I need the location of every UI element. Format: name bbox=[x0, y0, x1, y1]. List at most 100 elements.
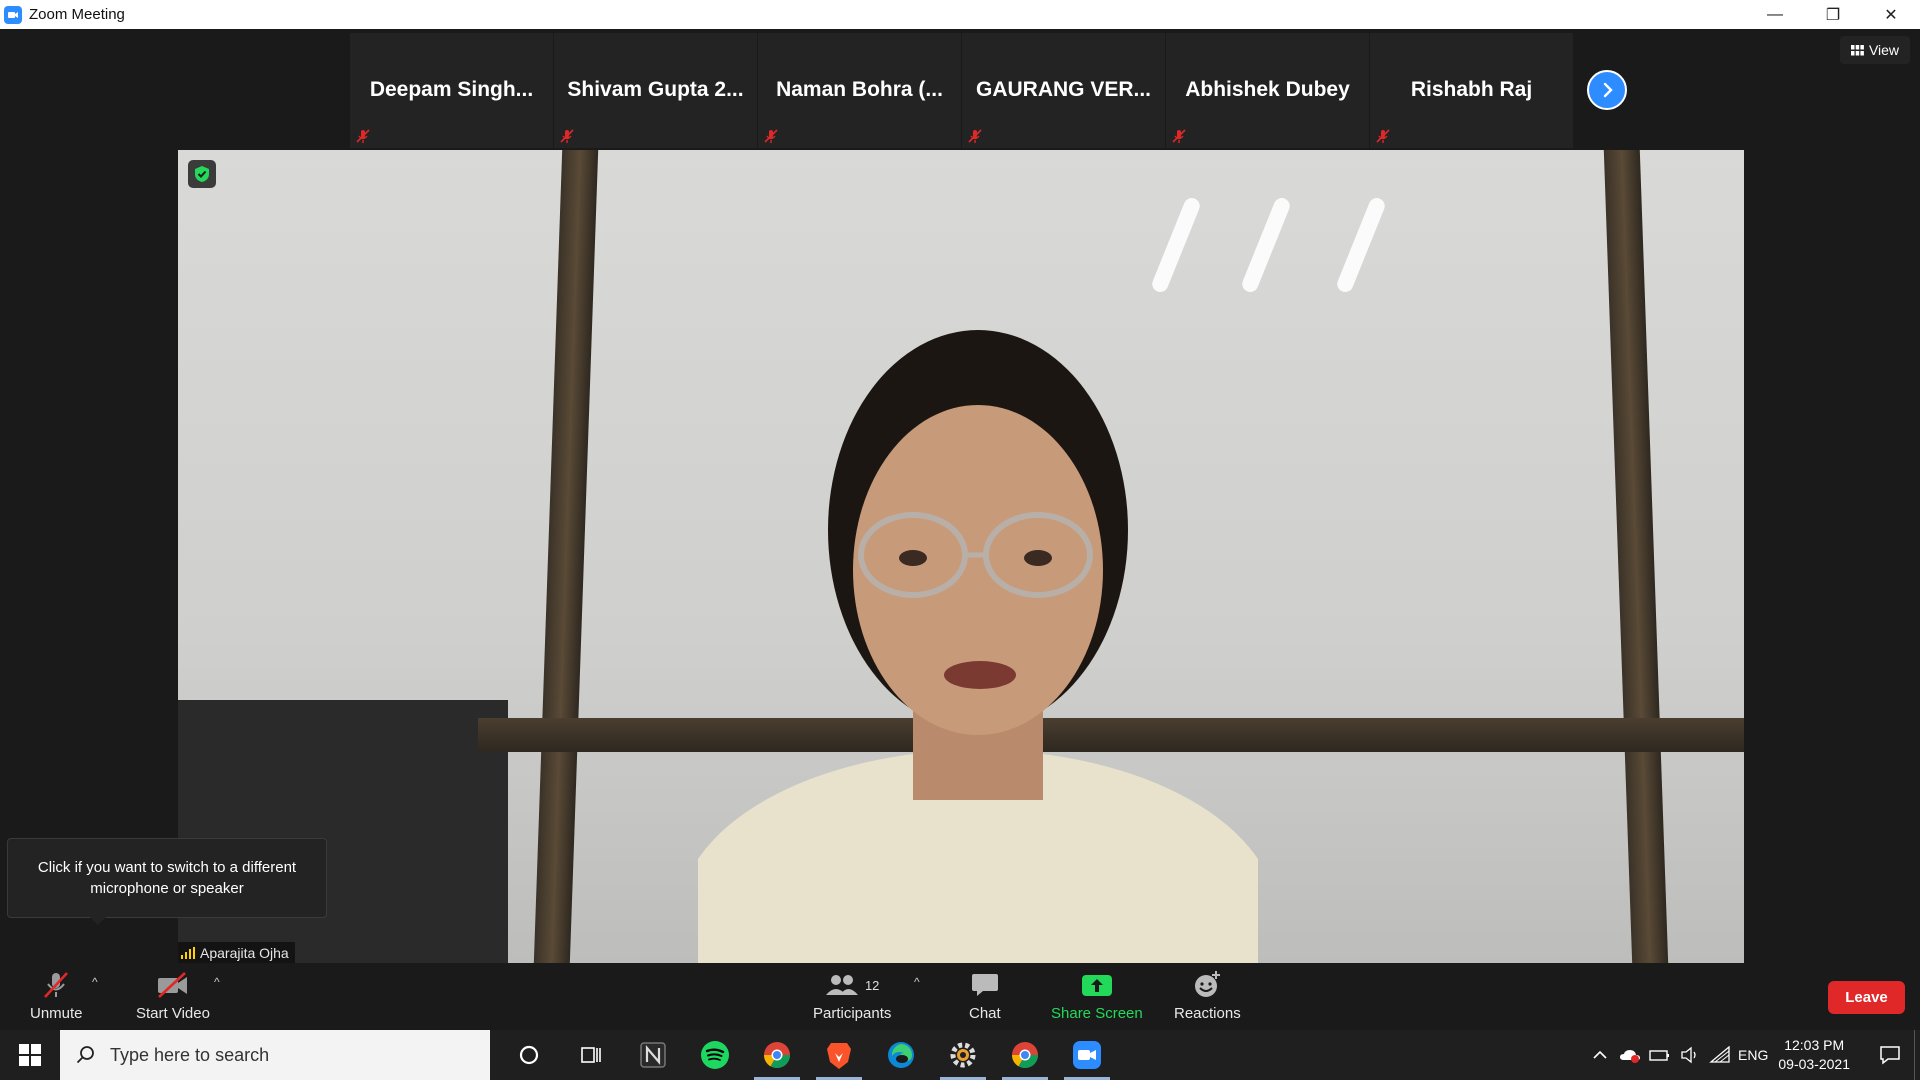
zoom-app[interactable] bbox=[1056, 1030, 1118, 1080]
clock-date: 09-03-2021 bbox=[1778, 1056, 1850, 1072]
participant-tile[interactable]: GAURANG VER... bbox=[962, 33, 1165, 148]
participant-name: GAURANG VER... bbox=[975, 78, 1151, 101]
leave-button[interactable]: Leave bbox=[1828, 981, 1905, 1014]
task-view-icon bbox=[581, 1047, 601, 1063]
encryption-shield-icon[interactable] bbox=[188, 160, 216, 188]
participants-label: Participants bbox=[813, 1005, 892, 1022]
participants-icon bbox=[825, 975, 858, 995]
participant-tile[interactable]: Rishabh Raj bbox=[1370, 33, 1573, 148]
input-language-indicator[interactable]: ENG bbox=[1738, 1047, 1768, 1063]
windows-taskbar: Type here to search ENG 12:03 PM 09-03-2… bbox=[0, 1030, 1920, 1080]
restore-button[interactable]: ❐ bbox=[1804, 0, 1862, 29]
start-button[interactable] bbox=[0, 1030, 60, 1080]
video-off-icon bbox=[157, 972, 187, 998]
title-bar: Zoom Meeting — ❐ ✕ bbox=[0, 0, 1920, 29]
edge-icon bbox=[888, 1042, 914, 1068]
minimize-button[interactable]: — bbox=[1746, 0, 1804, 29]
show-hidden-icons-button[interactable] bbox=[1588, 1050, 1612, 1060]
meeting-area: Deepam Singh... Shivam Gupta 2... Naman … bbox=[0, 29, 1920, 964]
task-view-button[interactable] bbox=[560, 1030, 622, 1080]
zoom-icon bbox=[1073, 1041, 1101, 1069]
participant-tile[interactable]: Shivam Gupta 2... bbox=[554, 33, 757, 148]
cortana-button[interactable] bbox=[498, 1030, 560, 1080]
next-page-button[interactable] bbox=[1587, 70, 1627, 110]
spotify-icon bbox=[701, 1041, 729, 1069]
view-button-label: View bbox=[1868, 42, 1900, 58]
start-video-button[interactable]: Start Video bbox=[136, 969, 210, 1022]
chevron-up-icon bbox=[1593, 1050, 1607, 1059]
video-options-caret[interactable]: ^ bbox=[214, 975, 220, 989]
view-button[interactable]: View bbox=[1840, 36, 1910, 64]
chat-button[interactable]: Chat bbox=[969, 969, 1001, 1022]
window-title: Zoom Meeting bbox=[29, 6, 125, 23]
reactions-icon bbox=[1195, 971, 1221, 997]
settings-app[interactable] bbox=[932, 1030, 994, 1080]
share-screen-button[interactable]: Share Screen bbox=[1051, 969, 1143, 1022]
participants-options-caret[interactable]: ^ bbox=[914, 975, 920, 989]
chrome-icon bbox=[763, 1042, 791, 1069]
muted-microphone-icon bbox=[44, 972, 69, 998]
muted-mic-icon bbox=[764, 129, 778, 143]
taskbar-search-box[interactable]: Type here to search bbox=[60, 1030, 490, 1080]
zoom-app-icon bbox=[4, 5, 22, 24]
notion-app[interactable] bbox=[622, 1030, 684, 1080]
chat-icon bbox=[971, 974, 998, 996]
speaker-name: Aparajita Ojha bbox=[200, 945, 289, 961]
participant-name: Naman Bohra (... bbox=[776, 78, 943, 101]
unmute-button[interactable]: Unmute bbox=[30, 969, 83, 1022]
edge-app[interactable] bbox=[870, 1030, 932, 1080]
search-placeholder: Type here to search bbox=[110, 1044, 270, 1065]
chrome-app[interactable] bbox=[746, 1030, 808, 1080]
show-desktop-button[interactable] bbox=[1914, 1030, 1920, 1080]
meeting-toolbar: Unmute ^ Start Video ^ 12 Participants ^… bbox=[0, 963, 1920, 1030]
muted-mic-icon bbox=[560, 129, 574, 143]
reactions-button[interactable]: Reactions bbox=[1174, 969, 1241, 1022]
clock-time: 12:03 PM bbox=[1784, 1037, 1845, 1053]
action-center-button[interactable] bbox=[1866, 1030, 1914, 1080]
cortana-circle-icon bbox=[519, 1045, 539, 1065]
speaker-video-image bbox=[698, 330, 1258, 964]
search-icon bbox=[76, 1046, 94, 1064]
muted-mic-icon bbox=[1172, 129, 1186, 143]
wifi-icon[interactable] bbox=[1708, 1046, 1732, 1064]
audio-level-icon bbox=[181, 947, 195, 959]
battery-icon[interactable] bbox=[1648, 1048, 1672, 1062]
chevron-right-icon bbox=[1603, 82, 1613, 98]
share-screen-label: Share Screen bbox=[1051, 1005, 1143, 1022]
muted-mic-icon bbox=[1376, 129, 1390, 143]
reactions-label: Reactions bbox=[1174, 1005, 1241, 1022]
participant-tile[interactable]: Naman Bohra (... bbox=[758, 33, 961, 148]
close-button[interactable]: ✕ bbox=[1862, 0, 1920, 29]
spotify-app[interactable] bbox=[684, 1030, 746, 1080]
participant-tile[interactable]: Deepam Singh... bbox=[350, 33, 553, 148]
notification-icon bbox=[1880, 1046, 1900, 1065]
participant-strip: Deepam Singh... Shivam Gupta 2... Naman … bbox=[350, 33, 1574, 148]
audio-switch-tooltip: Click if you want to switch to a differe… bbox=[7, 838, 327, 918]
unmute-label: Unmute bbox=[30, 1005, 83, 1022]
participant-name: Shivam Gupta 2... bbox=[567, 78, 744, 101]
muted-mic-icon bbox=[356, 129, 370, 143]
participant-tile[interactable]: Abhishek Dubey bbox=[1166, 33, 1369, 148]
onedrive-icon[interactable] bbox=[1618, 1047, 1642, 1063]
gear-icon bbox=[950, 1042, 976, 1068]
brave-lion-icon bbox=[827, 1043, 851, 1069]
grid-icon bbox=[1850, 44, 1864, 55]
active-speaker-video[interactable]: Aparajita Ojha bbox=[178, 150, 1744, 964]
chat-label: Chat bbox=[969, 1005, 1001, 1022]
start-video-label: Start Video bbox=[136, 1005, 210, 1022]
speaker-name-tag: Aparajita Ojha bbox=[178, 942, 295, 964]
audio-options-caret[interactable]: ^ bbox=[92, 975, 98, 989]
participant-name: Rishabh Raj bbox=[1410, 78, 1533, 101]
share-screen-icon bbox=[1081, 975, 1112, 996]
chrome-profile-app[interactable] bbox=[994, 1030, 1056, 1080]
muted-mic-icon bbox=[968, 129, 982, 143]
brave-app[interactable] bbox=[808, 1030, 870, 1080]
participants-button[interactable]: 12 Participants bbox=[813, 969, 891, 1022]
taskbar-clock[interactable]: 12:03 PM 09-03-2021 bbox=[1778, 1036, 1850, 1074]
chrome-icon bbox=[1011, 1042, 1039, 1069]
volume-icon[interactable] bbox=[1678, 1046, 1702, 1064]
system-tray: ENG 12:03 PM 09-03-2021 bbox=[1588, 1030, 1920, 1080]
participant-name: Abhishek Dubey bbox=[1185, 78, 1350, 101]
participant-name: Deepam Singh... bbox=[369, 78, 534, 101]
windows-logo-icon bbox=[19, 1044, 41, 1066]
